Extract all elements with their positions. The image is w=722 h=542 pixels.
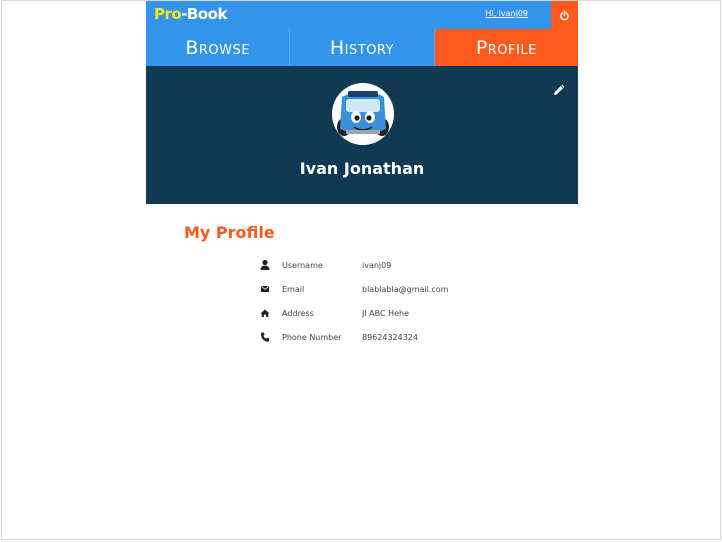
- detail-label: Email: [282, 285, 305, 294]
- detail-value: blablabla@gmail.com: [362, 285, 449, 294]
- detail-value: Jl ABC Hehe: [362, 309, 410, 318]
- bus-character-avatar: [332, 83, 394, 145]
- logo-book: -Book: [181, 5, 227, 23]
- my-profile-heading: My Profile: [184, 223, 275, 242]
- edit-profile-button[interactable]: [553, 81, 566, 100]
- pencil-icon: [554, 84, 565, 95]
- detail-value: 89624324324: [362, 333, 418, 342]
- detail-row-address: Address Jl ABC Hehe: [258, 306, 498, 330]
- detail-label: Address: [282, 309, 314, 318]
- app-container: Pro-Book Hi, ivanj09 Browse History Prof…: [146, 1, 578, 204]
- avatar: [332, 83, 394, 145]
- tab-history[interactable]: History: [290, 29, 435, 66]
- user-icon: [260, 259, 270, 270]
- phone-icon: [261, 332, 270, 342]
- top-bar: Pro-Book Hi, ivanj09: [146, 1, 578, 29]
- tab-browse[interactable]: Browse: [146, 29, 291, 66]
- detail-row-username: Username ivanj09: [258, 258, 498, 282]
- detail-row-phone: Phone Number 89624324324: [258, 330, 498, 354]
- power-icon: [560, 9, 569, 20]
- logo[interactable]: Pro-Book: [154, 5, 227, 23]
- nav-tabs: Browse History Profile: [146, 29, 578, 66]
- detail-row-email: Email blablabla@gmail.com: [258, 282, 498, 306]
- profile-details: Username ivanj09 Email blablabla@gmail.c…: [258, 258, 498, 354]
- detail-label: Phone Number: [282, 333, 342, 342]
- detail-value: ivanj09: [362, 261, 392, 270]
- detail-label: Username: [282, 261, 323, 270]
- envelope-icon: [260, 285, 270, 292]
- user-greeting-link[interactable]: Hi, ivanj09: [485, 9, 528, 18]
- home-icon: [260, 309, 270, 317]
- profile-name: Ivan Jonathan: [299, 159, 425, 178]
- profile-hero: Ivan Jonathan: [146, 66, 578, 204]
- tab-profile[interactable]: Profile: [434, 29, 578, 66]
- logout-button[interactable]: [551, 1, 578, 29]
- logo-pro: Pro: [154, 5, 182, 23]
